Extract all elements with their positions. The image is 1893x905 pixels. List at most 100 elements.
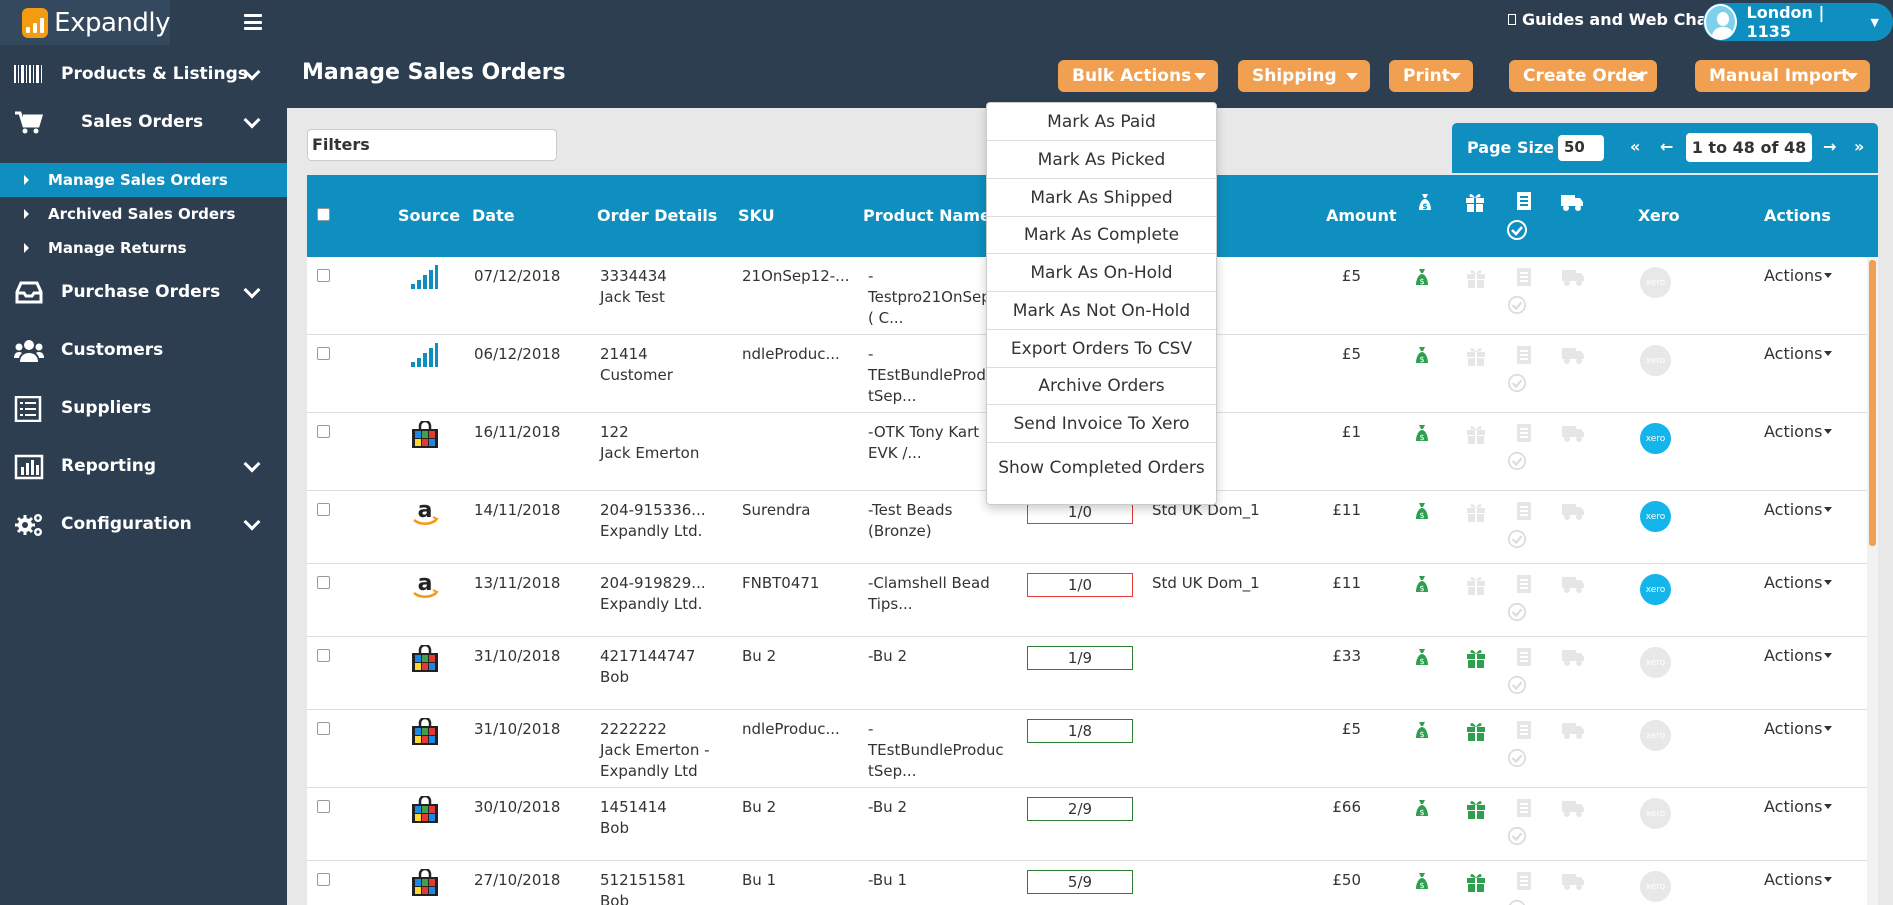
paid-status-icon[interactable]: $ [1412,345,1432,365]
account-menu[interactable]: London | 1135 ▼ [1703,3,1893,41]
order-details[interactable]: 204-915336... Expandly Ltd. [600,500,706,542]
select-all-checkbox[interactable] [317,208,330,221]
xero-status-icon[interactable]: xero [1640,798,1671,829]
shipped-status-icon[interactable] [1561,720,1585,740]
xero-status-icon[interactable]: xero [1640,345,1671,376]
gift-status-icon[interactable] [1465,720,1487,742]
xero-status-icon[interactable]: xero [1640,720,1671,751]
row-checkbox[interactable] [317,576,330,589]
menu-item-mark-as-complete[interactable]: Mark As Complete [987,216,1216,254]
paid-status-icon[interactable]: $ [1412,647,1432,667]
table-row[interactable]: 30/10/2018 1451414 Bob Bu 2 -Bu 2 2/9 £66 $ xero… [307,788,1867,861]
check-circle-icon[interactable] [1507,748,1527,768]
sidebar-item-purchase-orders[interactable]: Purchase Orders [0,272,287,312]
paid-status-icon[interactable]: $ [1412,574,1432,594]
order-details[interactable]: 512151581 Bob [600,870,686,905]
paid-status-icon[interactable]: $ [1412,871,1432,891]
gift-status-icon[interactable] [1465,647,1487,669]
shipped-status-icon[interactable] [1561,798,1585,818]
row-actions-button[interactable]: Actions [1764,719,1832,738]
paid-status-icon[interactable]: $ [1412,798,1432,818]
xero-status-icon[interactable]: xero [1640,423,1671,454]
gift-status-icon[interactable] [1465,574,1487,596]
col-amount[interactable]: Amount [1326,206,1396,225]
sidebar-item-configuration[interactable]: Configuration [0,504,287,544]
row-actions-button[interactable]: Actions [1764,344,1832,363]
row-actions-button[interactable]: Actions [1764,797,1832,816]
sidebar-item-manage-returns[interactable]: Manage Returns [0,231,287,265]
check-circle-icon[interactable] [1507,373,1527,393]
check-circle-icon[interactable] [1507,529,1527,549]
filters-input[interactable]: Filters [307,129,557,161]
manual-import-button[interactable]: Manual Import [1695,60,1870,92]
xero-status-icon[interactable]: xero [1640,574,1671,605]
sidebar-item-suppliers[interactable]: Suppliers [0,388,287,428]
col-order-details[interactable]: Order Details [597,206,717,225]
document-status-icon[interactable] [1515,871,1533,891]
row-checkbox[interactable] [317,722,330,735]
shipped-status-icon[interactable] [1561,267,1585,287]
document-status-icon[interactable] [1515,574,1533,594]
xero-status-icon[interactable]: xero [1640,647,1671,678]
order-details[interactable]: 2222222 Jack Emerton - Expandly Ltd [600,719,710,782]
print-button[interactable]: Print [1389,60,1473,92]
table-row[interactable]: a 13/11/2018 204-919829... Expandly Ltd. FNB… [307,564,1867,637]
document-status-icon[interactable] [1515,647,1533,667]
row-actions-button[interactable]: Actions [1764,500,1832,519]
menu-item-archive-orders[interactable]: Archive Orders [987,367,1216,405]
shipped-status-icon[interactable] [1561,647,1585,667]
row-actions-button[interactable]: Actions [1764,266,1832,285]
table-scrollbar[interactable] [1867,257,1878,905]
check-circle-icon[interactable] [1507,675,1527,695]
shipped-status-icon[interactable] [1561,345,1585,365]
paid-status-icon[interactable]: $ [1412,720,1432,740]
sidebar-item-reporting[interactable]: Reporting [0,446,287,486]
check-circle-icon[interactable] [1507,451,1527,471]
paid-status-icon[interactable]: $ [1412,267,1432,287]
bulk-actions-button[interactable]: Bulk Actions [1058,60,1218,92]
last-page-icon[interactable]: » [1854,137,1864,156]
paid-status-icon[interactable]: $ [1412,423,1432,443]
row-checkbox[interactable] [317,800,330,813]
row-actions-button[interactable]: Actions [1764,870,1832,889]
prev-page-icon[interactable]: ← [1660,137,1673,156]
row-checkbox[interactable] [317,503,330,516]
check-circle-icon[interactable] [1507,602,1527,622]
sidebar-item-customers[interactable]: Customers [0,330,287,370]
gift-status-icon[interactable] [1465,798,1487,820]
shipped-status-icon[interactable] [1561,574,1585,594]
xero-status-icon[interactable]: xero [1640,267,1671,298]
xero-status-icon[interactable]: xero [1640,871,1671,902]
sidebar-item-sales-orders[interactable]: Sales Orders [0,102,287,142]
row-actions-button[interactable]: Actions [1764,646,1832,665]
gift-status-icon[interactable] [1465,423,1487,445]
gift-status-icon[interactable] [1465,501,1487,523]
row-checkbox[interactable] [317,873,330,886]
gift-status-icon[interactable] [1465,345,1487,367]
sidebar-item-products[interactable]: Products & Listings [0,54,287,94]
row-checkbox[interactable] [317,269,330,282]
table-row[interactable]: 31/10/2018 2222222 Jack Emerton - Expandly … [307,710,1867,788]
order-details[interactable]: 1451414 Bob [600,797,667,839]
document-status-icon[interactable] [1515,423,1533,443]
row-actions-button[interactable]: Actions [1764,573,1832,592]
menu-item-mark-as-paid[interactable]: Mark As Paid [987,103,1216,141]
paid-status-icon[interactable]: $ [1412,501,1432,521]
table-row[interactable]: 31/10/2018 4217144747 Bob Bu 2 -Bu 2 1/9 £33 $ x… [307,637,1867,710]
order-details[interactable]: 4217144747 Bob [600,646,695,688]
col-source[interactable]: Source [398,206,460,225]
menu-item-show-completed-orders[interactable]: Show Completed Orders [987,443,1216,499]
row-actions-button[interactable]: Actions [1764,422,1832,441]
col-sku[interactable]: SKU [738,206,775,225]
order-details[interactable]: 21414 Customer [600,344,673,386]
sidebar-item-manage-sales-orders[interactable]: Manage Sales Orders [0,163,287,197]
shipped-status-icon[interactable] [1561,501,1585,521]
menu-item-mark-as-not-on-hold[interactable]: Mark As Not On-Hold [987,292,1216,330]
check-circle-icon[interactable] [1507,295,1527,315]
page-size-input[interactable]: 50 [1558,135,1604,161]
col-product-name[interactable]: Product Name [863,206,991,225]
menu-toggle-icon[interactable] [244,14,262,30]
row-checkbox[interactable] [317,425,330,438]
col-date[interactable]: Date [472,206,515,225]
menu-item-export-orders-to-csv[interactable]: Export Orders To CSV [987,330,1216,368]
